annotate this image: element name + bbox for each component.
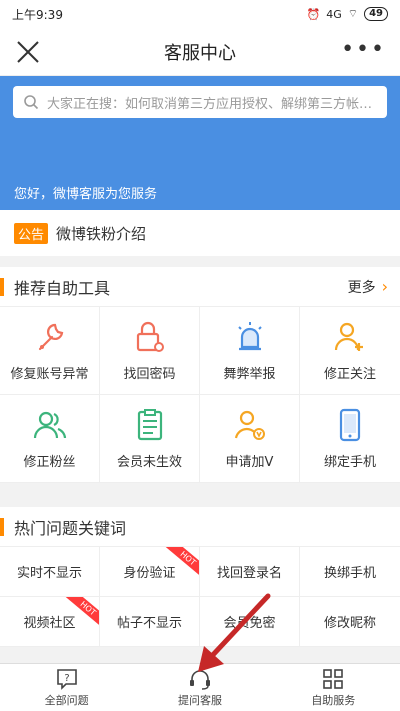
- keyword-label: 身份验证: [123, 566, 176, 581]
- chevron-right-icon: ›: [381, 277, 388, 296]
- keyword-label: 实时不显示: [16, 566, 82, 581]
- status-icons: ⏰ 4G ⌔ 49: [306, 7, 388, 21]
- tools-header: 推荐自助工具 更多 ›: [0, 267, 400, 307]
- grid-icon: [323, 668, 344, 689]
- tool-apply-v[interactable]: 申请加V: [200, 395, 300, 483]
- nav-bar: 客服中心 •••: [0, 28, 400, 76]
- tool-label: 找回密码: [123, 367, 176, 382]
- more-tools-link[interactable]: 更多 ›: [348, 277, 388, 297]
- keywords-grid: 实时不显示 身份验证 HOT 找回登录名 换绑手机 视频社区 HOT 帖子不显示 会…: [0, 547, 400, 647]
- keyword-item[interactable]: 修改昵称: [300, 597, 400, 647]
- clipboard-icon: [137, 409, 162, 441]
- keyword-label: 视频社区: [23, 616, 76, 631]
- tool-membership[interactable]: 会员未生效: [100, 395, 200, 483]
- keyword-item[interactable]: 身份验证 HOT: [100, 547, 200, 597]
- tools-title: 推荐自助工具: [14, 278, 111, 298]
- battery-level: 49: [364, 7, 388, 21]
- keyword-label: 换绑手机: [323, 566, 376, 581]
- bottom-tab-bar: ? 全部问题 提问客服 自助服务: [0, 663, 400, 711]
- tool-recover-password[interactable]: 找回密码: [100, 307, 200, 395]
- tool-label: 绑定手机: [323, 455, 376, 470]
- network-label: 4G: [326, 7, 342, 21]
- keyword-label: 帖子不显示: [116, 616, 182, 631]
- keyword-label: 会员免密: [223, 616, 276, 631]
- siren-icon: [237, 322, 262, 351]
- keyword-item[interactable]: 会员免密: [200, 597, 300, 647]
- notice-text[interactable]: 微博铁粉介绍: [56, 223, 146, 244]
- greeting-text: 您好，微博客服为您服务: [14, 187, 158, 202]
- status-bar: 上午9:39 ⏰ 4G ⌔ 49: [0, 0, 400, 28]
- notice-tag: 公告: [14, 222, 49, 244]
- keyword-item[interactable]: 换绑手机: [300, 547, 400, 597]
- page-title: 客服中心: [164, 42, 236, 64]
- keywords-title: 热门问题关键词: [14, 518, 127, 538]
- more-menu-button[interactable]: •••: [341, 39, 386, 61]
- tab-label: 全部问题: [44, 693, 89, 707]
- hero-banner: 大家正在搜：如何取消第三方应用授权、解绑第三方帐… 您好，微博客服为您服务: [0, 76, 400, 210]
- tool-label: 修正关注: [323, 367, 376, 382]
- tool-fix-follow[interactable]: 修正关注: [300, 307, 400, 395]
- search-placeholder: 大家正在搜：如何取消第三方应用授权、解绑第三方帐…: [47, 96, 373, 112]
- tab-self-service[interactable]: 自助服务: [267, 664, 400, 711]
- tool-label: 修复账号异常: [10, 367, 89, 382]
- tools-card: 推荐自助工具 更多 › 修复账号异常 找回密码 舞弊举报 修正关注 修正粉丝 会…: [0, 267, 400, 483]
- search-input[interactable]: 大家正在搜：如何取消第三方应用授权、解绑第三方帐…: [13, 86, 387, 118]
- tool-bind-phone[interactable]: 绑定手机: [300, 395, 400, 483]
- keywords-card: 热门问题关键词 实时不显示 身份验证 HOT 找回登录名 换绑手机 视频社区 HOT…: [0, 507, 400, 647]
- status-time: 上午9:39: [12, 7, 63, 22]
- keyword-item[interactable]: 视频社区 HOT: [0, 597, 100, 647]
- keywords-header: 热门问题关键词: [0, 507, 400, 547]
- tab-all-questions[interactable]: ? 全部问题: [0, 664, 133, 711]
- svg-text:?: ?: [64, 673, 69, 684]
- wrench-icon: [38, 323, 63, 351]
- keyword-label: 找回登录名: [216, 566, 282, 581]
- tool-label: 会员未生效: [116, 455, 182, 470]
- user-v-icon: [234, 410, 265, 440]
- keyword-label: 修改昵称: [323, 616, 376, 631]
- tool-repair-account[interactable]: 修复账号异常: [0, 307, 100, 395]
- keyword-item[interactable]: 找回登录名: [200, 547, 300, 597]
- phone-icon: [339, 408, 361, 442]
- tool-fix-fans[interactable]: 修正粉丝: [0, 395, 100, 483]
- close-icon[interactable]: [14, 38, 42, 66]
- tool-label: 申请加V: [225, 455, 274, 470]
- search-icon: [24, 95, 39, 110]
- keyword-item[interactable]: 实时不显示: [0, 547, 100, 597]
- user-add-icon: [334, 322, 363, 351]
- headset-icon: [189, 669, 210, 690]
- wifi-icon: ⌔: [347, 7, 359, 20]
- tab-ask-support[interactable]: 提问客服: [133, 664, 266, 711]
- tab-label: 自助服务: [311, 693, 356, 707]
- tool-label: 修正粉丝: [23, 455, 76, 470]
- notice-bar[interactable]: 公告 微博铁粉介绍: [0, 210, 400, 256]
- keyword-item[interactable]: 帖子不显示: [100, 597, 200, 647]
- tools-grid: 修复账号异常 找回密码 舞弊举报 修正关注 修正粉丝 会员未生效 申请加V 绑定…: [0, 307, 400, 483]
- users-icon: [33, 411, 66, 439]
- alarm-icon: ⏰: [306, 7, 321, 21]
- question-icon: ?: [56, 668, 77, 690]
- tool-label: 舞弊举报: [223, 367, 276, 382]
- more-tools-label: 更多: [347, 279, 376, 296]
- tab-label: 提问客服: [177, 693, 222, 707]
- tool-fraud-report[interactable]: 舞弊举报: [200, 307, 300, 395]
- lock-icon: [136, 321, 164, 352]
